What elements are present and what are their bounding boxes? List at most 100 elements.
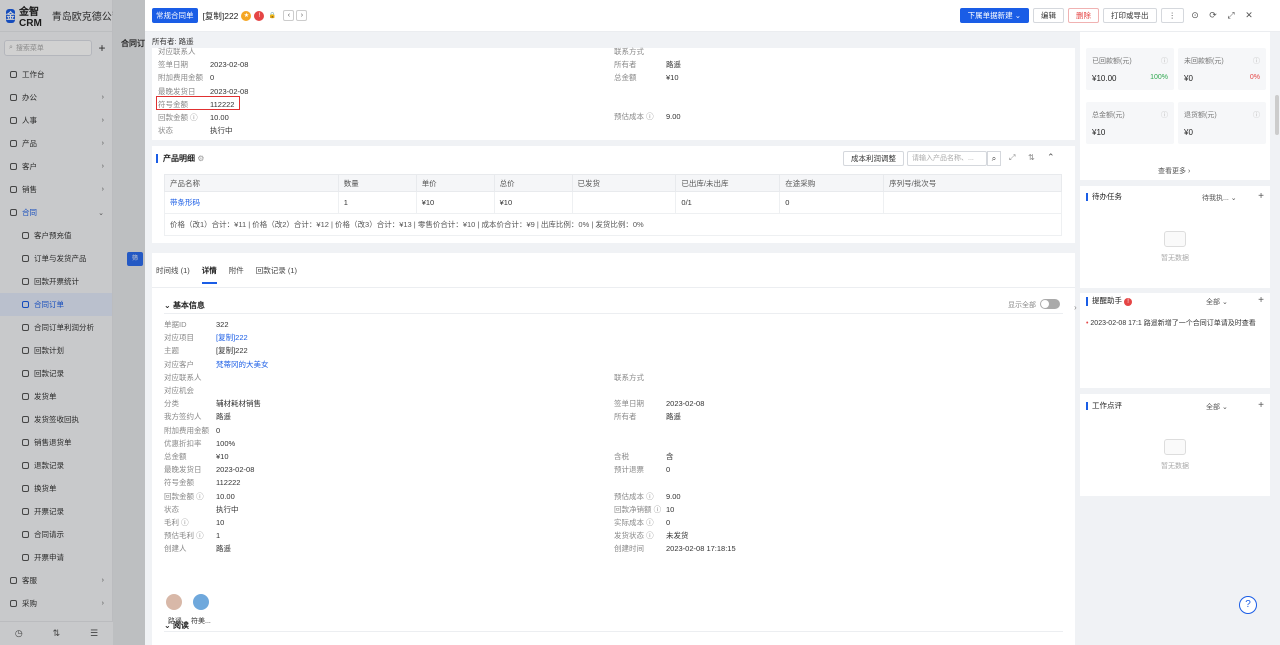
new-sub-doc-button[interactable]: 下属单据新建 ⌄: [959, 8, 1029, 23]
field-value[interactable]: 梵蒂冈的大美女: [216, 360, 269, 369]
tab-0[interactable]: 时间线 (1): [156, 265, 190, 284]
help-icon[interactable]: ?: [1239, 596, 1257, 614]
tab-1[interactable]: 详情: [201, 265, 217, 284]
field-value: 0: [210, 73, 215, 83]
new-sub-doc-label: 下属单据新建: [967, 11, 1013, 20]
field-value: 路遥: [666, 412, 681, 422]
todo-filter[interactable]: 待我执... ⌄: [1202, 193, 1237, 203]
avatar[interactable]: [193, 594, 209, 610]
field-label: 签单日期: [158, 60, 188, 70]
stat-label: 退货额(元): [1184, 112, 1217, 119]
next-record-button[interactable]: ›: [296, 10, 308, 21]
field: 附加费用金额 0: [164, 425, 220, 436]
summary-text: 价格（改1）合计：¥11 | 价格（改2）合计：¥12 | 价格（改3）合计：¥…: [164, 213, 1062, 236]
field-value: 9.00: [666, 112, 681, 121]
add-reminder-icon[interactable]: +: [1258, 295, 1264, 306]
field-value: 10.00: [216, 491, 235, 501]
field: 状态 执行中: [158, 125, 233, 136]
column-header: 单价: [415, 174, 495, 192]
table-cell[interactable]: 带条形码: [164, 191, 339, 214]
review-filter[interactable]: 全部 ⌄: [1206, 402, 1228, 412]
field-value: 2023-02-08: [210, 60, 249, 70]
reminder-filter[interactable]: 全部 ⌄: [1206, 297, 1228, 307]
field: 主题 [复制]222: [164, 345, 248, 356]
table-row: 带条形码 1 ¥10 ¥10 0/1 0: [164, 191, 1062, 214]
field: 含税 含: [614, 451, 674, 462]
review-empty-text: 暂无数据: [1161, 463, 1189, 470]
product-search-input[interactable]: 请输入产品名称、...: [907, 151, 987, 166]
field-value: 100%: [216, 438, 236, 448]
edit-button[interactable]: 编辑: [1033, 8, 1064, 23]
prev-record-button[interactable]: ‹: [283, 10, 295, 21]
lock-icon[interactable]: 🔒: [267, 11, 277, 21]
reader-name: 路遥: [168, 618, 182, 625]
settings-icon[interactable]: ⚙: [197, 154, 204, 163]
basic-info-title[interactable]: ⌄ 基本信息: [164, 300, 205, 311]
info-icon[interactable]: ⓘ: [1253, 56, 1260, 66]
todo-empty: 暂无数据: [1150, 231, 1200, 263]
product-search-icon[interactable]: ⌕: [987, 151, 1001, 166]
field: 符号金额 112222: [164, 477, 240, 488]
field-label: 实际成本 ⓘ: [614, 518, 654, 527]
field: 实际成本 ⓘ 0: [614, 517, 670, 528]
field-value: 路遥: [216, 544, 231, 554]
collapse-icon[interactable]: ⌃: [1047, 152, 1055, 163]
star-icon[interactable]: ★: [241, 10, 252, 21]
overlay-shade[interactable]: [0, 0, 145, 645]
stat-box: 已回款额(元) ⓘ ¥10.00 100%: [1086, 48, 1174, 90]
column-header: 产品名称: [164, 174, 339, 192]
table-header-row: 产品名称 数量 单价 总价 已发货 已出库/未出库 在途采购 序列号/批次号: [164, 174, 1062, 192]
detail-content: 对应联系人 签单日期 2023-02-08 附加费用金额 0 最晚发货日 2023-02-0…: [152, 47, 1075, 645]
field-value: 2023-02-08: [666, 399, 705, 409]
field-value: 未发货: [666, 531, 689, 541]
profit-adjust-button[interactable]: 成本利润调整: [843, 151, 904, 166]
field-value: [复制]222: [216, 346, 248, 356]
add-review-icon[interactable]: +: [1258, 400, 1264, 411]
field-label: 状态: [158, 126, 173, 136]
field-label: 总金额: [614, 73, 637, 82]
readers-list: 路遥 符美...: [165, 594, 225, 634]
field-label: 联系方式: [614, 47, 644, 56]
field-label: 毛利 ⓘ: [164, 518, 189, 527]
stat-percent: 0%: [1249, 74, 1260, 81]
doc-type-tag: 常规合同单: [152, 8, 198, 23]
field-value[interactable]: [复制]222: [216, 333, 248, 342]
tab-2[interactable]: 附件: [229, 265, 244, 284]
products-title: 产品明细 ⚙: [156, 154, 204, 163]
field: 单据ID 322: [164, 319, 229, 330]
field-label: 对应客户: [164, 359, 194, 369]
add-todo-icon[interactable]: +: [1258, 191, 1264, 202]
stat-box: 退货额(元) ⓘ ¥0: [1178, 102, 1266, 144]
tab-3[interactable]: 回款记录 (1): [256, 265, 297, 284]
field-value: 0: [666, 465, 671, 475]
alert-icon[interactable]: !: [254, 10, 265, 21]
column-header: 已发货: [571, 174, 677, 192]
sort-icon[interactable]: ⇅: [1028, 153, 1035, 162]
field: 回款金额 ⓘ 10.00: [164, 491, 235, 502]
field-label: 附加费用金额: [158, 73, 203, 83]
info-icon[interactable]: ⓘ: [1161, 56, 1168, 66]
scrollbar[interactable]: [1275, 95, 1279, 135]
field: 创建人 路遥: [164, 543, 231, 554]
field: 回款金额 ⓘ 10.00: [158, 112, 229, 123]
show-all-toggle[interactable]: [1040, 299, 1060, 309]
avatar[interactable]: [166, 594, 182, 610]
field-label: 含税: [614, 452, 629, 461]
right-panel: 查看更多 › 已回款额(元) ⓘ ¥10.00 100% 未回款额(元) ⓘ ¥0 0% 总金额…: [1080, 0, 1276, 645]
panel-toggle-icon[interactable]: ›: [1074, 303, 1077, 312]
app-root: 金 金智CRM 青岛欧克德公司 ⌕ 搜索菜单 + 工作台 办公 › 人事 › 产品 › 客户 › 销…: [0, 0, 1280, 645]
stat-label: 已回款额(元): [1092, 58, 1132, 65]
info-icon[interactable]: ⓘ: [1161, 110, 1168, 120]
reminder-title-text: 提醒助手: [1092, 296, 1122, 305]
table-cell: ¥10: [493, 191, 573, 214]
view-more-link[interactable]: 查看更多 ›: [1158, 166, 1190, 176]
fullscreen-icon[interactable]: ⤢: [1009, 153, 1015, 163]
products-table: 产品名称 数量 单价 总价 已发货 已出库/未出库 在途采购 序列号/批次号 带条形码 1 ¥10…: [164, 174, 1062, 236]
summary-card: 对应联系人 签单日期 2023-02-08 附加费用金额 0 最晚发货日 2023-02-0…: [152, 47, 1075, 140]
field: 附加费用金额 0: [158, 72, 214, 83]
info-icon[interactable]: ⓘ: [1253, 110, 1260, 120]
field-label: 回款净销额 ⓘ: [614, 504, 662, 514]
reminder-item[interactable]: • 2023-02-08 17:1 路遥新增了一个合同订单请及时查看: [1086, 318, 1256, 328]
stat-value: ¥10: [1092, 128, 1106, 137]
field-value: 1: [216, 531, 221, 541]
